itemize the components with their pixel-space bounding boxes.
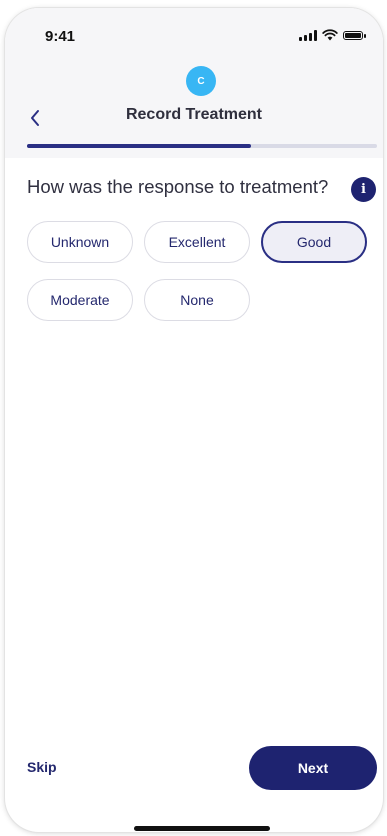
avatar[interactable]: C <box>186 66 216 96</box>
status-icons <box>299 29 366 41</box>
phone-screen: 9:41 C Record Treatment How was the resp… <box>5 8 383 832</box>
response-options: Unknown Excellent Good Moderate None <box>27 221 367 321</box>
progress-fill <box>27 144 251 148</box>
option-unknown[interactable]: Unknown <box>27 221 133 263</box>
status-time: 9:41 <box>45 28 76 45</box>
page-title: Record Treatment <box>125 106 263 123</box>
skip-link[interactable]: Skip <box>27 759 57 775</box>
info-button[interactable]: i <box>351 177 376 202</box>
signal-icon <box>299 29 317 41</box>
question-text: How was the response to treatment? <box>27 176 329 197</box>
option-none[interactable]: None <box>144 279 250 321</box>
battery-icon <box>343 30 366 40</box>
option-excellent[interactable]: Excellent <box>144 221 250 263</box>
wifi-icon <box>322 29 338 41</box>
option-good[interactable]: Good <box>261 221 367 263</box>
home-indicator <box>134 826 270 831</box>
progress-bar <box>27 144 377 148</box>
option-moderate[interactable]: Moderate <box>27 279 133 321</box>
next-button[interactable]: Next <box>249 746 377 790</box>
